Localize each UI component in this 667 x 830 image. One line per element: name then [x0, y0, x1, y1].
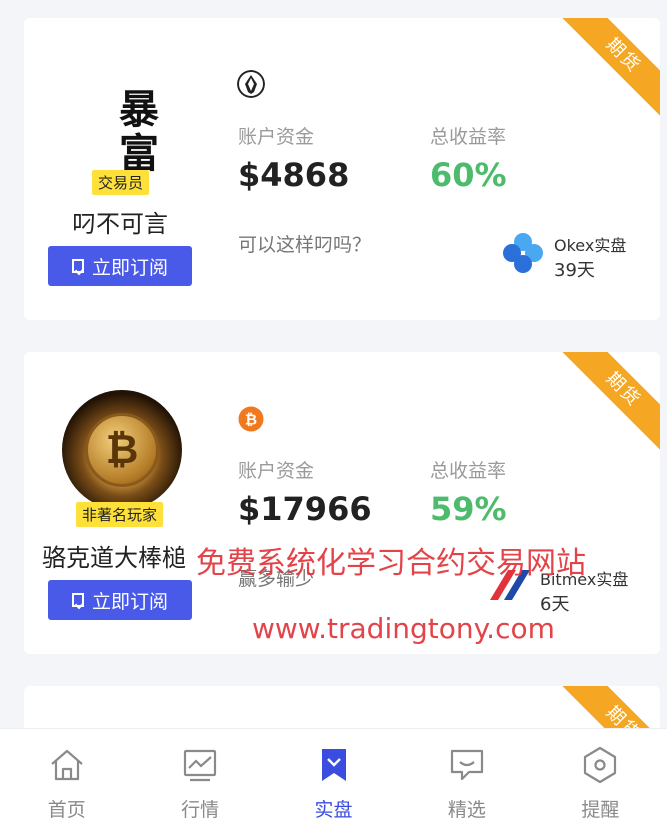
total-yield-value: 59% [430, 490, 507, 528]
chart-icon [184, 749, 217, 782]
trader-motto: 可以这样叼吗？ [238, 234, 372, 256]
tab-label: 实盘 [314, 799, 353, 821]
futures-ribbon: 期货 [558, 352, 660, 455]
days-label: 39天 [554, 260, 595, 281]
tab-label: 首页 [47, 799, 86, 821]
watermark-line-2: www.tradingtony.com [252, 612, 555, 645]
home-icon [50, 749, 83, 781]
trader-avatar[interactable]: 暴 富 [94, 82, 184, 182]
tab-featured[interactable]: 精选 [400, 729, 533, 830]
bookmark-icon [71, 593, 84, 607]
bitcoin-coin-icon: ₿ [238, 406, 264, 432]
message-icon [450, 749, 484, 781]
bitcoin-avatar-icon: ₿ [85, 413, 159, 487]
role-badge: 交易员 [92, 170, 150, 195]
trader-card-2[interactable]: 期货 ₿ 非著名玩家 骆克道大棒槌 立即订阅 ₿ 账户资金 总收益率 $1796… [24, 352, 660, 654]
hexagon-icon [584, 746, 617, 784]
tab-label: 行情 [181, 799, 220, 821]
okex-logo-icon [503, 233, 543, 273]
tab-alerts[interactable]: 提醒 [534, 729, 667, 830]
total-yield-value: 60% [430, 156, 507, 194]
tab-label: 精选 [447, 799, 486, 821]
subscribe-button[interactable]: 立即订阅 [48, 580, 192, 620]
bookmark-icon [71, 259, 84, 273]
trader-name: 骆克道大棒槌 [42, 544, 186, 572]
account-fund-value: $17966 [238, 490, 372, 528]
account-fund-value: $4868 [238, 156, 350, 194]
futures-ribbon: 期货 [558, 18, 660, 121]
bottom-tab-bar: 首页 行情 实盘 精选 提醒 [0, 728, 667, 830]
bookmark-icon [321, 749, 346, 781]
subscribe-label: 立即订阅 [91, 256, 168, 279]
svg-text:₿: ₿ [245, 411, 257, 429]
avatar-char-1: 暴 [119, 86, 159, 133]
tab-home[interactable]: 首页 [0, 729, 133, 830]
role-badge: 非著名玩家 [76, 502, 164, 527]
tab-live-trading[interactable]: 实盘 [267, 729, 400, 830]
platform-label: Okex实盘 [554, 236, 627, 255]
yield-label: 总收益率 [430, 460, 507, 482]
yield-label: 总收益率 [430, 126, 507, 148]
trader-avatar[interactable]: ₿ [62, 390, 182, 510]
trader-card-1[interactable]: 期货 暴 富 交易员 叼不可言 立即订阅 账户资金 总收益率 $4868 60%… [24, 18, 660, 320]
fund-label: 账户资金 [238, 126, 315, 148]
watermark-line-1: 免费系统化学习合约交易网站 [196, 546, 586, 581]
tab-market[interactable]: 行情 [133, 729, 266, 830]
tab-label: 提醒 [581, 799, 620, 821]
eos-coin-icon [237, 70, 265, 98]
subscribe-button[interactable]: 立即订阅 [48, 246, 192, 286]
trader-name: 叼不可言 [72, 210, 168, 238]
subscribe-label: 立即订阅 [91, 590, 168, 613]
fund-label: 账户资金 [238, 460, 315, 482]
